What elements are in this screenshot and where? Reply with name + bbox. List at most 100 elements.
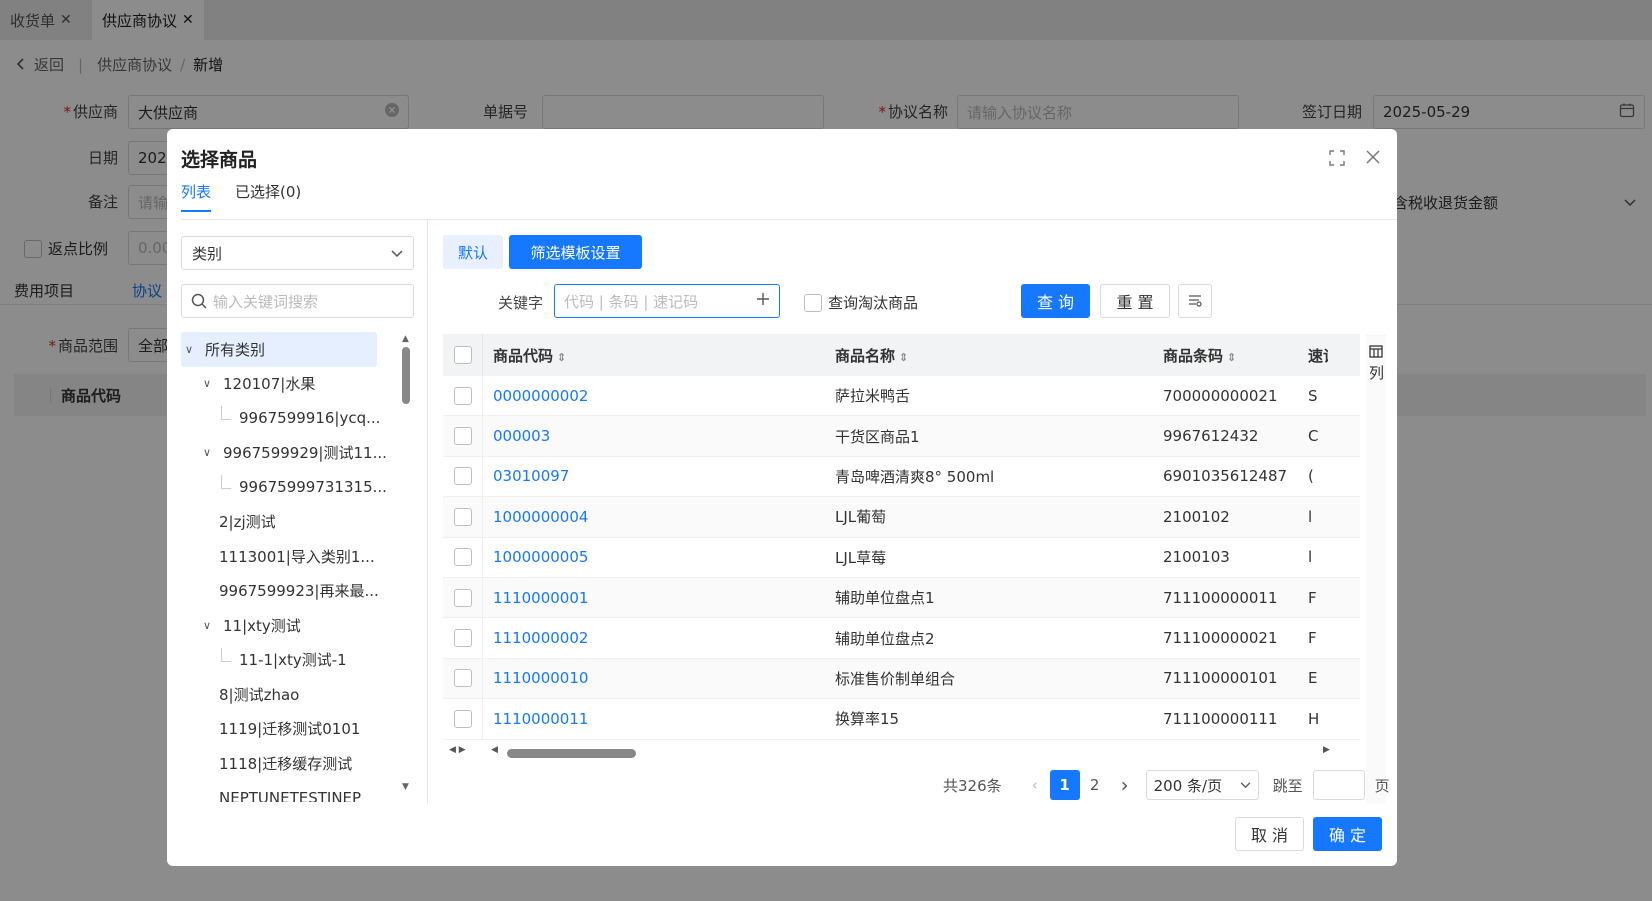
category-select[interactable]: 类别 xyxy=(181,236,414,270)
tree-node[interactable]: 11-1|xty测试-1 xyxy=(181,643,421,678)
tree-line xyxy=(221,406,231,421)
tree-node-label: NEPTUNETESTINEP xyxy=(219,788,362,802)
row-checkbox[interactable] xyxy=(453,386,472,405)
page-2[interactable]: 2 xyxy=(1080,770,1110,800)
tab-list[interactable]: 列表 xyxy=(181,181,212,212)
column-icon xyxy=(1369,344,1383,362)
tree-node[interactable]: 99675999731315... xyxy=(181,470,421,505)
table-row[interactable]: 000003 干货区商品1 9967612432 C xyxy=(443,416,1360,457)
jump-input[interactable] xyxy=(1312,770,1365,800)
tree-node[interactable]: 9967599916|ycq... xyxy=(181,401,421,436)
chevron-down-icon[interactable]: ∨ xyxy=(185,343,201,356)
tree-node[interactable]: 1119|迁移测试0101 xyxy=(181,712,421,747)
filter-template-button[interactable]: 筛选模板设置 xyxy=(509,235,642,269)
table-row[interactable]: 1000000005 LJL草莓 2100103 l xyxy=(443,537,1360,578)
tree-node[interactable]: 1113001|导入类别1... xyxy=(181,539,421,574)
page-1[interactable]: 1 xyxy=(1049,770,1080,800)
chevron-down-icon xyxy=(391,244,403,262)
reset-button[interactable]: 重 置 xyxy=(1100,284,1170,318)
row-checkbox[interactable] xyxy=(453,588,472,607)
col-header-barcode[interactable]: 商品条码 ⇕ xyxy=(1163,345,1308,366)
chevron-down-icon[interactable]: ∨ xyxy=(203,619,219,632)
col-header-name[interactable]: 商品名称 ⇕ xyxy=(833,345,1163,366)
cancel-button[interactable]: 取 消 xyxy=(1235,817,1304,851)
tree-node-label: 99675999731315... xyxy=(239,478,387,497)
table-row[interactable]: 1110000002 辅助单位盘点2 711100000021 F xyxy=(443,618,1360,659)
keyword-label: 关键字 xyxy=(497,294,543,312)
discontinued-checkbox[interactable] xyxy=(804,293,822,312)
tree-node[interactable]: 1118|迁移缓存测试 xyxy=(181,746,421,781)
page-size-select[interactable]: 200 条/页 xyxy=(1145,770,1259,800)
table-row[interactable]: 1110000010 标准售价制单组合 711100000101 E xyxy=(443,658,1360,700)
tree-node[interactable]: ∨ 120107|水果 xyxy=(181,367,421,402)
close-icon[interactable] xyxy=(1365,149,1381,169)
total-count: 共326条 xyxy=(943,776,1002,795)
tree-node-label: 所有类别 xyxy=(205,340,266,359)
table-row[interactable]: 1110000001 辅助单位盘点1 711100000011 F xyxy=(443,577,1360,619)
row-checkbox[interactable] xyxy=(453,507,472,526)
cell-code[interactable]: 000003 xyxy=(483,427,833,445)
row-checkbox[interactable] xyxy=(453,467,472,486)
column-settings[interactable]: 列 xyxy=(1366,334,1386,804)
tree-node[interactable]: 2|zj测试 xyxy=(181,505,421,540)
query-button[interactable]: 查 询 xyxy=(1021,284,1090,318)
cell-code[interactable]: 0000000002 xyxy=(483,387,833,405)
cell-code[interactable]: 1110000011 xyxy=(483,710,833,728)
cell-name: 换算率15 xyxy=(835,710,900,729)
table-row[interactable]: 1000000004 LJL葡萄 2100102 l xyxy=(443,496,1360,538)
discontinued-checkbox-group[interactable]: 查询淘汰商品 xyxy=(804,292,918,313)
maximize-icon[interactable] xyxy=(1329,150,1345,170)
category-select-value: 类别 xyxy=(192,244,223,263)
row-checkbox[interactable] xyxy=(453,629,472,648)
tree-node-label: 1119|迁移测试0101 xyxy=(219,720,361,739)
row-checkbox[interactable] xyxy=(453,548,472,567)
tab-selected[interactable]: 已选择(0) xyxy=(235,181,301,212)
tree-node-label: 2|zj测试 xyxy=(219,513,276,532)
plus-icon[interactable] xyxy=(756,292,770,310)
filter-settings-button[interactable] xyxy=(1178,284,1212,318)
category-search-input[interactable]: 输入关键词搜索 xyxy=(181,284,414,318)
keyword-input[interactable]: 代码 | 条码 | 速记码 xyxy=(554,284,780,318)
jump-label: 跳至 xyxy=(1272,776,1303,795)
cell-short: F xyxy=(1308,629,1317,648)
cell-name: 辅助单位盘点2 xyxy=(835,629,935,648)
table-row[interactable]: 1110000011 换算率15 711100000111 H xyxy=(443,698,1360,740)
table-row[interactable]: 03010097 青岛啤酒清爽8° 500ml 6901035612487 ( xyxy=(443,456,1360,498)
cell-code[interactable]: 1000000004 xyxy=(483,508,833,526)
table-row[interactable]: 0000000002 萨拉米鸭舌 700000000021 S xyxy=(443,375,1360,417)
tree-scrollbar[interactable]: ▲ ▼ xyxy=(399,334,413,794)
col-header-short[interactable]: 速记 xyxy=(1308,345,1328,366)
next-page-icon[interactable]: › xyxy=(1110,770,1140,800)
cell-name: 萨拉米鸭舌 xyxy=(835,387,911,406)
col-header-code[interactable]: 商品代码 ⇕ xyxy=(483,345,833,366)
tree-node[interactable]: 8|测试zhao xyxy=(181,677,421,712)
cell-short: l xyxy=(1308,548,1313,567)
table-hscroll[interactable]: ◀ ▶ ◀ ▶ xyxy=(443,745,1360,763)
row-checkbox[interactable] xyxy=(453,669,472,688)
tree-node[interactable]: 9967599923|再来最... xyxy=(181,574,421,609)
cell-barcode: 6901035612487 xyxy=(1163,467,1288,486)
default-template-button[interactable]: 默认 xyxy=(443,235,503,269)
cell-name: 标准售价制单组合 xyxy=(835,669,956,688)
row-checkbox[interactable] xyxy=(453,427,472,446)
cell-code[interactable]: 03010097 xyxy=(483,467,833,485)
chevron-down-icon[interactable]: ∨ xyxy=(203,446,219,459)
row-checkbox[interactable] xyxy=(453,709,472,728)
tree-node[interactable]: ∨ 9967599929|测试11... xyxy=(181,436,421,471)
prev-page-icon[interactable]: ‹ xyxy=(1020,770,1050,800)
pagination: 共326条 ‹ 1 2 › 200 条/页 跳至 页 xyxy=(943,770,1390,800)
tree-node-label: 1118|迁移缓存测试 xyxy=(219,754,353,773)
confirm-button[interactable]: 确 定 xyxy=(1313,817,1382,851)
tree-node-label: 120107|水果 xyxy=(223,375,316,394)
cell-code[interactable]: 1000000005 xyxy=(483,548,833,566)
cell-code[interactable]: 1110000002 xyxy=(483,629,833,647)
cell-code[interactable]: 1110000010 xyxy=(483,669,833,687)
select-all-checkbox[interactable] xyxy=(453,346,472,364)
tree-node[interactable]: NEPTUNETESTINEP xyxy=(181,781,421,802)
cell-barcode: 9967612432 xyxy=(1163,427,1259,446)
cell-code[interactable]: 1110000001 xyxy=(483,589,833,607)
tree-node[interactable]: ∨ 11|xty测试 xyxy=(181,608,421,643)
tree-node[interactable]: ∨ 所有类别 xyxy=(181,332,377,367)
chevron-down-icon[interactable]: ∨ xyxy=(203,377,219,390)
modal-title: 选择商品 xyxy=(181,149,258,171)
